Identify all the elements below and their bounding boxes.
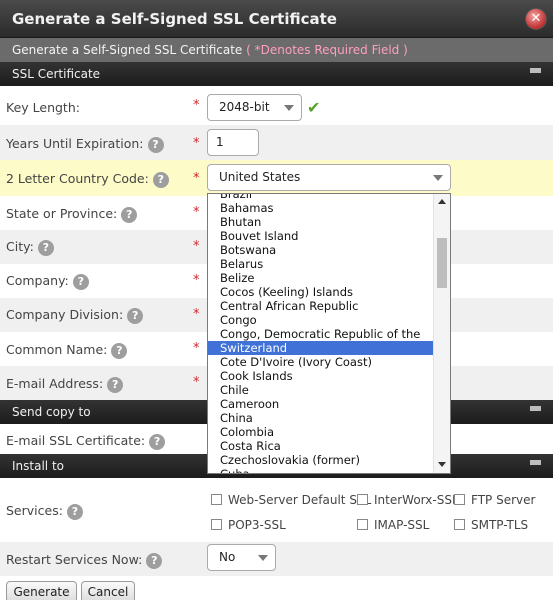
country-value: United States	[219, 170, 301, 184]
key-length-select[interactable]: 2048-bit	[207, 94, 302, 121]
dialog-title-bar: Generate a Self-Signed SSL Certificate ✕	[0, 0, 553, 38]
required-star: *	[193, 205, 200, 220]
country-option[interactable]: Switzerland	[208, 341, 434, 355]
required-star: *	[193, 341, 200, 356]
division-label: Company Division:?	[6, 307, 144, 324]
email-cert-label: E-mail SSL Certificate:?	[6, 433, 166, 450]
smtp-tls-checkbox[interactable]: SMTP-TLS	[454, 518, 528, 532]
country-option[interactable]: Congo, Democratic Republic of the	[208, 327, 434, 341]
form-header: Generate a Self-Signed SSL Certificate (…	[0, 38, 553, 62]
scroll-up-icon[interactable]	[438, 199, 446, 204]
form-header-text: Generate a Self-Signed SSL Certificate	[12, 43, 243, 57]
required-star: *	[193, 98, 200, 113]
state-label: State or Province:?	[6, 206, 138, 223]
country-dropdown-list[interactable]: Brazil Bahamas Bhutan Bouvet Island Botswana…	[207, 193, 451, 474]
years-label: Years Until Expiration:?	[6, 136, 164, 153]
country-option[interactable]: Costa Rica	[208, 439, 434, 453]
country-option[interactable]: Bahamas	[208, 201, 434, 215]
country-option[interactable]: Botswana	[208, 243, 434, 257]
help-icon[interactable]: ?	[111, 342, 128, 359]
interworx-ssl-checkbox[interactable]: InterWorx-SSL	[357, 493, 459, 507]
section-ssl-certificate[interactable]: SSL Certificate	[0, 62, 553, 86]
restart-select[interactable]: No	[207, 544, 276, 571]
row-key-length: Key Length: * 2048-bit ✔	[0, 91, 553, 125]
help-icon[interactable]: ?	[72, 273, 89, 290]
scroll-down-icon[interactable]	[438, 462, 446, 467]
collapse-icon[interactable]	[530, 406, 541, 411]
country-option[interactable]: Belarus	[208, 257, 434, 271]
restart-value: No	[219, 550, 236, 564]
chevron-down-icon	[258, 555, 268, 561]
collapse-icon[interactable]	[530, 68, 541, 73]
country-option[interactable]: Bhutan	[208, 215, 434, 229]
cancel-button[interactable]: Cancel	[81, 581, 135, 600]
row-country: 2 Letter Country Code:? * United States	[0, 160, 553, 196]
country-option[interactable]: China	[208, 411, 434, 425]
ftp-server-checkbox[interactable]: FTP Server	[454, 493, 535, 507]
required-star: *	[193, 375, 200, 390]
key-length-label: Key Length:	[6, 100, 80, 115]
web-server-ssl-checkbox[interactable]: Web-Server Default SSL	[211, 493, 371, 507]
row-years: Years Until Expiration:? * 1	[0, 125, 553, 160]
help-icon[interactable]: ?	[121, 206, 138, 223]
country-option[interactable]: Congo	[208, 313, 434, 327]
years-input[interactable]: 1	[207, 129, 259, 156]
chevron-down-icon	[433, 175, 443, 181]
country-options: Brazil Bahamas Bhutan Bouvet Island Botswana…	[208, 194, 434, 473]
required-note: ( *Denotes Required Field )	[246, 43, 408, 57]
help-icon[interactable]: ?	[146, 552, 163, 569]
section-title: Install to	[12, 459, 64, 473]
country-option[interactable]: Chile	[208, 383, 434, 397]
help-icon[interactable]: ?	[66, 503, 83, 520]
dialog-title: Generate a Self-Signed SSL Certificate	[12, 10, 337, 28]
required-star: *	[193, 136, 200, 151]
chevron-down-icon	[284, 105, 294, 111]
row-restart: Restart Services Now:? No	[0, 542, 553, 576]
row-services: Services:? Web-Server Default SSL InterW…	[0, 482, 553, 542]
city-label: City:?	[6, 239, 54, 256]
country-option[interactable]: Central African Republic	[208, 299, 434, 313]
section-title: SSL Certificate	[12, 67, 101, 81]
company-label: Company:?	[6, 273, 89, 290]
country-option[interactable]: Brazil	[208, 194, 434, 201]
help-icon[interactable]: ?	[107, 376, 124, 393]
country-option[interactable]: Cook Islands	[208, 369, 434, 383]
help-icon[interactable]: ?	[147, 136, 164, 153]
country-option[interactable]: Czechoslovakia (former)	[208, 453, 434, 467]
generate-button[interactable]: Generate	[6, 581, 77, 600]
country-option[interactable]: Cuba	[208, 467, 434, 473]
pop3-ssl-checkbox[interactable]: POP3-SSL	[211, 518, 286, 532]
help-icon[interactable]: ?	[152, 171, 169, 188]
required-star: *	[193, 273, 200, 288]
scroll-thumb[interactable]	[437, 238, 447, 288]
section-title: Send copy to	[12, 405, 91, 419]
country-label: 2 Letter Country Code:?	[6, 171, 169, 188]
imap-ssl-checkbox[interactable]: IMAP-SSL	[357, 518, 429, 532]
restart-label: Restart Services Now:?	[6, 552, 163, 569]
common-name-label: Common Name:?	[6, 342, 128, 359]
country-option[interactable]: Bouvet Island	[208, 229, 434, 243]
help-icon[interactable]: ?	[149, 433, 166, 450]
country-option[interactable]: Belize	[208, 271, 434, 285]
required-star: *	[193, 307, 200, 322]
checkmark-icon: ✔	[307, 98, 321, 117]
country-option[interactable]: Cote D'Ivoire (Ivory Coast)	[208, 355, 434, 369]
key-length-value: 2048-bit	[219, 100, 270, 114]
required-star: *	[193, 239, 200, 254]
country-option[interactable]: Cameroon	[208, 397, 434, 411]
country-option[interactable]: Cocos (Keeling) Islands	[208, 285, 434, 299]
help-icon[interactable]: ?	[127, 307, 144, 324]
close-icon[interactable]: ✕	[525, 8, 547, 30]
services-label: Services:?	[6, 503, 83, 520]
country-option[interactable]: Colombia	[208, 425, 434, 439]
email-label: E-mail Address:?	[6, 376, 124, 393]
collapse-icon[interactable]	[530, 460, 541, 465]
required-star: *	[193, 171, 200, 186]
country-select[interactable]: United States	[207, 164, 451, 191]
help-icon[interactable]: ?	[37, 239, 54, 256]
dropdown-scrollbar[interactable]	[433, 194, 450, 473]
